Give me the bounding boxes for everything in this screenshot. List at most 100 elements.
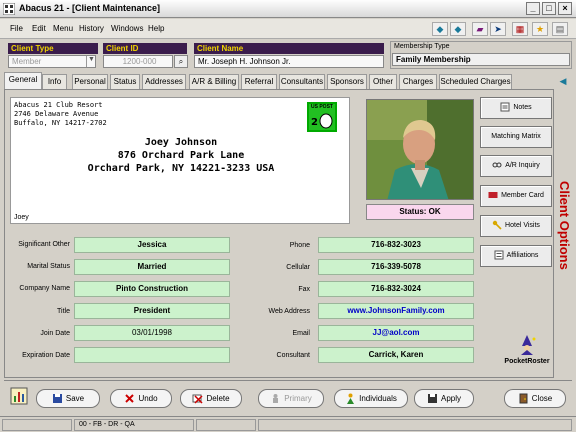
notes-button[interactable]: Notes	[480, 97, 552, 119]
hotel-visits-button[interactable]: Hotel Visits	[480, 215, 552, 237]
membership-type-field[interactable]: Family Membership	[392, 53, 570, 66]
menu-windows[interactable]: Windows	[111, 24, 143, 33]
door-icon	[519, 393, 528, 404]
tab-sponsors[interactable]: Sponsors	[327, 74, 367, 89]
tab-charges[interactable]: Charges	[399, 74, 437, 89]
individuals-button[interactable]: Individuals	[334, 389, 408, 408]
significant-other-field[interactable]: Jessica	[74, 237, 230, 253]
client-name-label: Client Name	[194, 43, 384, 54]
tab-other[interactable]: Other	[369, 74, 397, 89]
title-label: Title	[57, 308, 70, 315]
forward-arrow-icon[interactable]: ◆	[450, 22, 466, 36]
close-button[interactable]: Close	[504, 389, 566, 408]
tab-consultants[interactable]: Consultants	[279, 74, 325, 89]
client-type-field[interactable]: Member	[8, 55, 96, 68]
menu-file[interactable]: File	[10, 24, 23, 33]
apply-button[interactable]: Apply	[414, 389, 474, 408]
primary-button[interactable]: Primary	[258, 389, 324, 408]
card-icon	[488, 192, 498, 199]
phone-field[interactable]: 716-832-3023	[318, 237, 474, 253]
doc-icon[interactable]: ▤	[552, 22, 568, 36]
return-line-3: Buffalo, NY 14217-2702	[14, 119, 107, 127]
tab-scheduled-charges[interactable]: Scheduled Charges	[439, 74, 512, 89]
client-id-field[interactable]: 1200-000	[103, 55, 173, 68]
svg-text:2: 2	[311, 117, 318, 128]
tab-personal[interactable]: Personal	[72, 74, 108, 89]
menu-menu[interactable]: Menu	[53, 24, 73, 33]
tab-referral[interactable]: Referral	[241, 74, 277, 89]
delete-button[interactable]: Delete	[180, 389, 242, 408]
pocket-roster-button[interactable]: PocketRoster	[502, 334, 552, 368]
book-icon[interactable]: ▰	[472, 22, 488, 36]
arrow-icon[interactable]: ➤	[490, 22, 506, 36]
cellular-field[interactable]: 716-339-5078	[318, 259, 474, 275]
web-address-field[interactable]: www.JohnsonFamily.com	[318, 303, 474, 319]
app-icon	[3, 3, 15, 15]
maximize-button[interactable]: □	[542, 2, 556, 15]
status-bar: 00 - FB - DR - QA	[0, 416, 576, 432]
tab-info[interactable]: Info	[42, 74, 67, 89]
title-field[interactable]: President	[74, 303, 230, 319]
client-photo[interactable]	[366, 99, 474, 200]
join-date-field[interactable]: 03/01/1998	[74, 325, 230, 341]
consultant-label: Consultant	[276, 352, 310, 359]
chevron-down-icon[interactable]: ▼	[86, 56, 96, 67]
chart-icon[interactable]	[10, 387, 28, 405]
tab-general[interactable]: General	[4, 72, 42, 89]
menu-help[interactable]: Help	[148, 24, 164, 33]
return-address: Abacus 21 Club Resort 2746 Delaware Aven…	[14, 101, 107, 128]
web-address-label: Web Address	[268, 308, 310, 315]
affiliations-button[interactable]: Affiliations	[480, 245, 552, 267]
expiration-date-field[interactable]	[74, 347, 230, 363]
window-title: Abacus 21 - [Client Maintenance]	[19, 3, 161, 13]
membership-type-label: Membership Type	[394, 43, 450, 50]
save-icon	[52, 394, 62, 404]
client-options-label: Client Options	[557, 180, 572, 270]
delete-icon	[192, 394, 203, 404]
fax-label: Fax	[298, 286, 310, 293]
matching-matrix-button[interactable]: Matching Matrix	[480, 126, 552, 148]
affiliations-icon	[494, 250, 504, 260]
individuals-icon	[347, 393, 355, 405]
return-line-1: Abacus 21 Club Resort	[14, 101, 103, 109]
address-line-3: Orchard Park, NY 14221-3233 USA	[87, 163, 275, 174]
client-id-label: Client ID	[103, 43, 187, 54]
runner-icon[interactable]: ★	[532, 22, 548, 36]
tab-ar-billing[interactable]: A/R & Billing	[189, 74, 239, 89]
undo-button[interactable]: Undo	[110, 389, 172, 408]
ar-inquiry-button[interactable]: A/R Inquiry	[480, 155, 552, 177]
significant-other-label: Significant Other	[18, 241, 70, 248]
status-badge: Status: OK	[366, 204, 474, 220]
save-button[interactable]: Save	[36, 389, 100, 408]
nickname: Joey	[14, 214, 29, 221]
email-label: Email	[292, 330, 310, 337]
address-envelope: Abacus 21 Club Resort 2746 Delaware Aven…	[10, 97, 350, 224]
marital-status-label: Marital Status	[27, 263, 70, 270]
search-icon[interactable]: ⌕	[174, 55, 188, 68]
tabs-scroll-left-icon[interactable]: ◀	[556, 76, 570, 88]
client-name-field[interactable]: Mr. Joseph H. Johnson Jr.	[194, 55, 384, 68]
wizard-icon	[521, 335, 536, 355]
return-line-2: 2746 Delaware Avenue	[14, 110, 99, 118]
minimize-button[interactable]: _	[526, 2, 540, 15]
email-field[interactable]: JJ@aol.com	[318, 325, 474, 341]
status-bar-text: 00 - FB - DR - QA	[74, 419, 194, 431]
company-name-field[interactable]: Pinto Construction	[74, 281, 230, 297]
join-date-label: Join Date	[40, 330, 70, 337]
calculator-icon[interactable]: ▦	[512, 22, 528, 36]
fax-field[interactable]: 716-832-3024	[318, 281, 474, 297]
phone-label: Phone	[289, 242, 310, 249]
apply-icon	[427, 394, 437, 404]
client-type-label: Client Type	[8, 43, 98, 54]
postage-stamp-icon: US POST 2	[307, 102, 337, 132]
primary-icon	[273, 394, 279, 404]
member-card-button[interactable]: Member Card	[480, 185, 552, 207]
close-window-button[interactable]: ×	[558, 2, 572, 15]
marital-status-field[interactable]: Married	[74, 259, 230, 275]
tab-addresses[interactable]: Addresses	[142, 74, 186, 89]
back-arrow-icon[interactable]: ◆	[432, 22, 448, 36]
menu-history[interactable]: History	[79, 24, 104, 33]
tab-status[interactable]: Status	[110, 74, 140, 89]
consultant-field[interactable]: Carrick, Karen	[318, 347, 474, 363]
menu-edit[interactable]: Edit	[32, 24, 46, 33]
